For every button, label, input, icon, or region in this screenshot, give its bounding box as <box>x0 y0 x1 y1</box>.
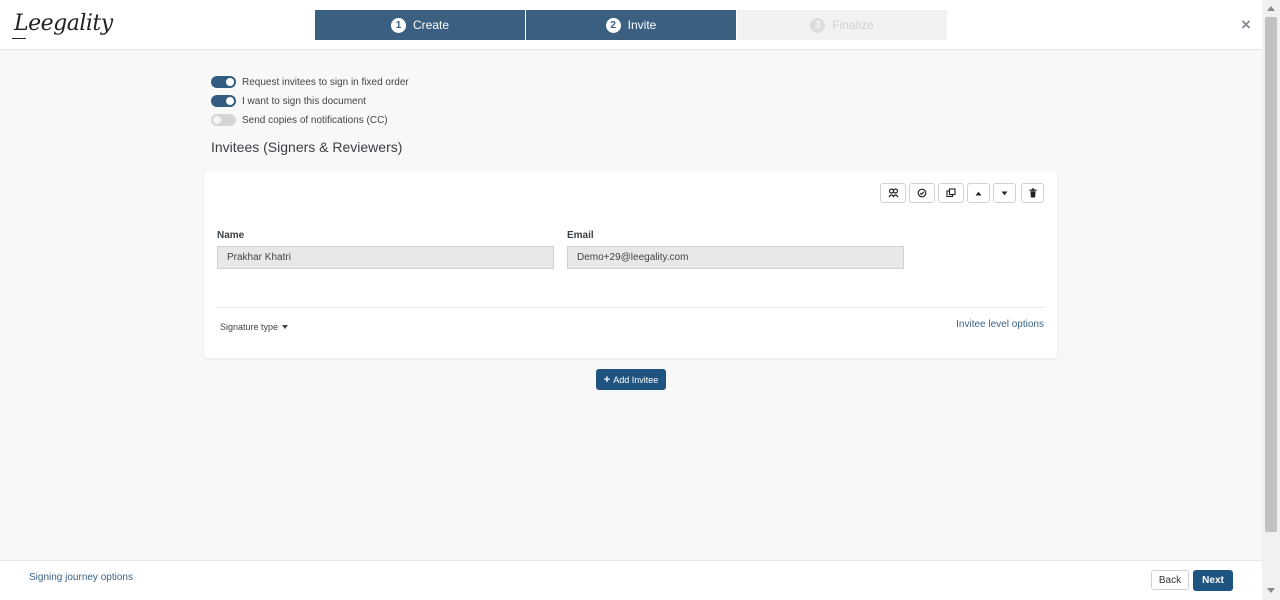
logo-text: Leegality <box>14 11 113 36</box>
invitee-card: Name Prakhar Khatri Email Demo+29@leegal… <box>204 171 1057 358</box>
scrollbar[interactable] <box>1262 0 1280 600</box>
invitees-heading: Invitees (Signers & Reviewers) <box>211 139 403 155</box>
step-create[interactable]: 1 Create <box>315 10 525 40</box>
step-invite[interactable]: 2 Invite <box>526 10 736 40</box>
signing-journey-options-link[interactable]: Signing journey options <box>29 572 133 583</box>
switch-on[interactable] <box>211 76 236 88</box>
step-number: 3 <box>810 17 826 33</box>
scroll-down-arrow-icon[interactable] <box>1267 588 1275 593</box>
toggle-label: Send copies of notifications (CC) <box>242 114 388 126</box>
step-label: Create <box>412 18 450 32</box>
signature-type-label: Signature type <box>220 322 279 332</box>
scroll-thumb[interactable] <box>1265 17 1277 532</box>
invitee-toolbar <box>880 183 1044 203</box>
move-up-icon[interactable] <box>967 183 990 203</box>
group-icon[interactable] <box>880 183 906 203</box>
step-number: 1 <box>390 17 406 33</box>
toggle-cc-notifications[interactable]: Send copies of notifications (CC) <box>211 114 388 126</box>
wizard-steps: 1 Create 2 Invite 3 Finalize <box>315 10 948 40</box>
step-finalize: 3 Finalize <box>737 10 947 40</box>
email-label: Email <box>567 230 594 241</box>
name-field[interactable]: Prakhar Khatri <box>217 246 554 269</box>
toggle-label: Request invitees to sign in fixed order <box>242 76 409 88</box>
next-button[interactable]: Next <box>1193 570 1233 591</box>
move-down-icon[interactable] <box>993 183 1016 203</box>
email-field[interactable]: Demo+29@leegality.com <box>567 246 904 269</box>
trash-icon[interactable] <box>1021 183 1044 203</box>
leegality-logo[interactable]: Leegality <box>10 8 113 42</box>
toggle-label: I want to sign this document <box>242 95 366 107</box>
step-number: 2 <box>605 17 621 33</box>
footer-bar: Signing journey options Back Next <box>0 560 1262 600</box>
invitee-level-options-link[interactable]: Invitee level options <box>956 319 1044 330</box>
switch-on[interactable] <box>211 95 236 107</box>
add-invitee-button[interactable]: + Add Invitee <box>596 369 666 390</box>
copy-icon[interactable] <box>938 183 964 203</box>
check-circle-icon[interactable] <box>909 183 935 203</box>
toggle-i-sign[interactable]: I want to sign this document <box>211 95 366 107</box>
step-label: Finalize <box>832 18 874 32</box>
name-label: Name <box>217 230 245 241</box>
divider <box>216 307 1045 308</box>
close-icon[interactable]: × <box>1238 16 1254 34</box>
back-button[interactable]: Back <box>1151 570 1189 590</box>
add-invitee-label: Add Invitee <box>613 374 659 385</box>
step-label: Invite <box>627 18 657 32</box>
chevron-down-icon <box>282 325 289 329</box>
scroll-up-arrow-icon[interactable] <box>1267 6 1275 11</box>
signature-type-dropdown[interactable]: Signature type <box>220 322 289 332</box>
toggle-fixed-order[interactable]: Request invitees to sign in fixed order <box>211 76 409 88</box>
plus-icon: + <box>603 373 611 386</box>
switch-off[interactable] <box>211 114 236 126</box>
top-bar: Leegality 1 Create 2 Invite 3 Finalize × <box>0 0 1262 50</box>
